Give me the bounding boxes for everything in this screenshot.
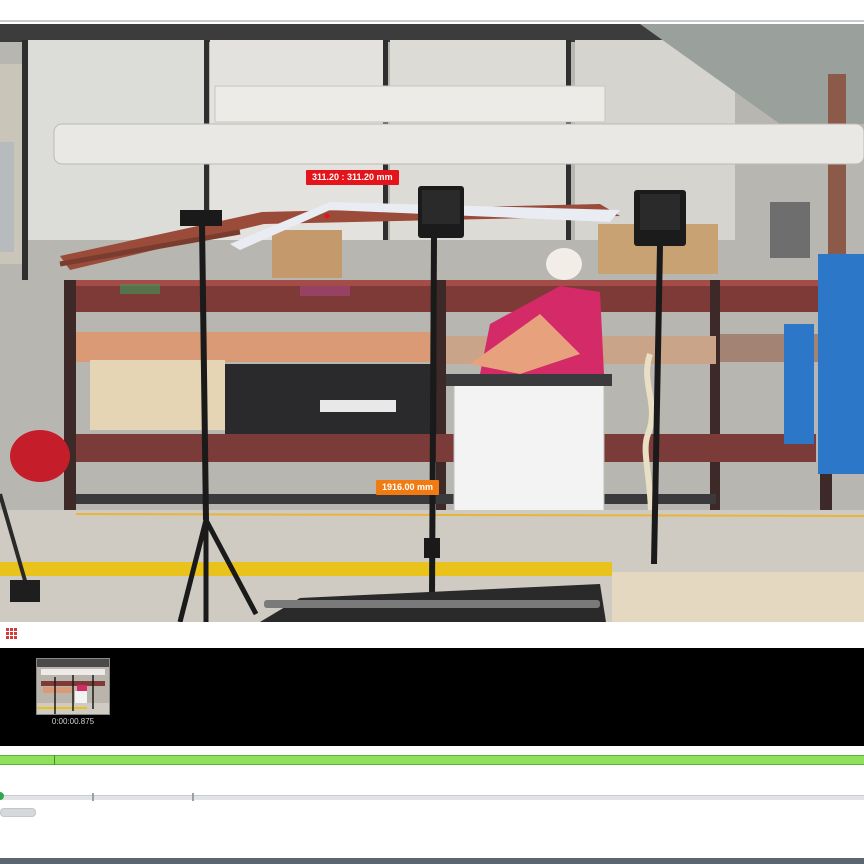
- timeline-range-track[interactable]: [0, 755, 864, 765]
- grid-icon[interactable]: [6, 628, 17, 639]
- scrub-marker: [192, 793, 194, 801]
- range-divider: [54, 755, 55, 765]
- video-viewer[interactable]: 311.20 : 311.20 mm 1916.00 mm: [0, 24, 864, 622]
- thumbnail-timestamp: 0:00:00.875: [51, 717, 95, 726]
- window-top-bar: [0, 0, 864, 22]
- frame-thumbnail[interactable]: [36, 658, 110, 715]
- measurement-label-distance: 1916.00 mm: [376, 480, 440, 495]
- horizontal-scrollbar[interactable]: [0, 808, 36, 817]
- window-bottom-border: [0, 858, 864, 864]
- scrub-marker: [92, 793, 94, 801]
- scrub-bar[interactable]: [0, 795, 864, 800]
- measurement-label-top: 311.20 : 311.20 mm: [306, 170, 399, 185]
- timeline-strip[interactable]: [0, 648, 864, 746]
- video-frame: [0, 24, 864, 622]
